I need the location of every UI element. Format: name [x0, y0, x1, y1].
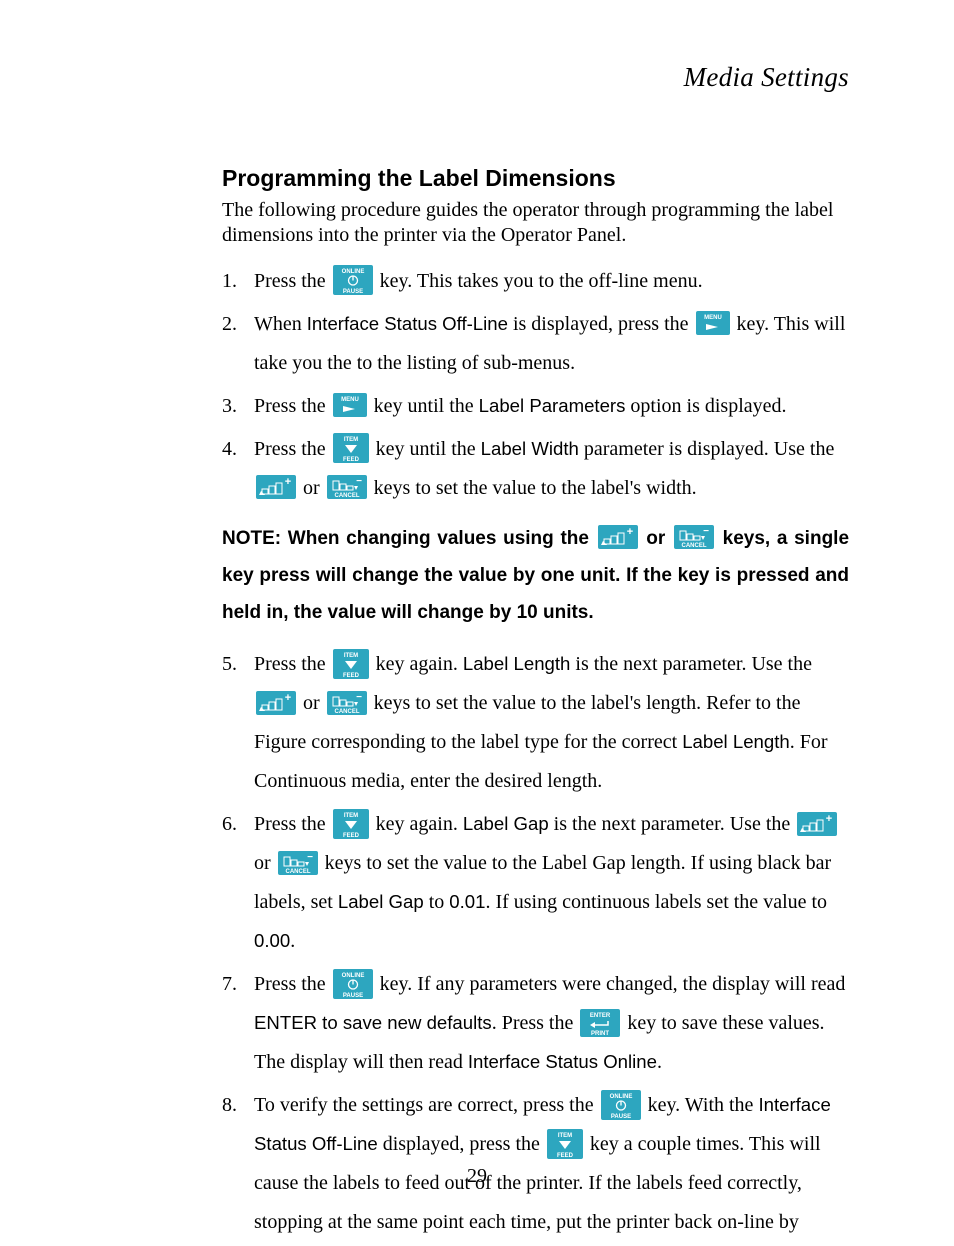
plus-key-icon [256, 475, 296, 499]
text: . [290, 930, 295, 952]
text: key again. [371, 813, 463, 835]
minus-cancel-key-icon [327, 475, 367, 499]
plus-key-icon [797, 812, 837, 836]
step-3: Press the key until the Label Parameters… [222, 387, 849, 426]
plus-key-icon [256, 691, 296, 715]
ui-text: Label Width [481, 438, 579, 459]
text: Press the [254, 438, 331, 460]
text: . If using continuous labels set the val… [485, 891, 827, 913]
step-4: Press the key until the Label Width para… [222, 430, 849, 508]
menu-key-icon [696, 311, 730, 335]
intro-paragraph: The following procedure guides the opera… [222, 198, 849, 248]
text: . Press the [492, 1012, 579, 1034]
text: is displayed, press the [508, 313, 694, 335]
note-block: NOTE: When changing values using the or … [222, 520, 849, 631]
text: key until the [369, 395, 479, 417]
text: key. If any parameters were changed, the… [375, 973, 846, 995]
item-feed-key-icon [333, 433, 369, 463]
text: displayed, press the [378, 1133, 545, 1155]
text: key. This takes you to the off-line menu… [375, 270, 703, 292]
section-heading: Programming the Label Dimensions [222, 165, 849, 192]
ui-text: Label Length [463, 653, 571, 674]
page: Media Settings Programming the Label Dim… [0, 0, 954, 1242]
step-8: To verify the settings are correct, pres… [222, 1086, 849, 1242]
text: . [657, 1051, 662, 1073]
step-6: Press the key again. Label Gap is the ne… [222, 805, 849, 961]
step-2: When Interface Status Off-Line is displa… [222, 305, 849, 383]
minus-cancel-key-icon [278, 851, 318, 875]
text: or [640, 528, 672, 549]
text: key until the [371, 438, 481, 460]
text: Press the [254, 653, 331, 675]
ui-text: Interface Status Off-Line [307, 313, 508, 334]
text: to [424, 891, 450, 913]
text: or [298, 477, 325, 499]
minus-cancel-key-icon [327, 691, 367, 715]
text: option is displayed. [625, 395, 786, 417]
step-7: Press the key. If any parameters were ch… [222, 965, 849, 1082]
text: Press the [254, 395, 331, 417]
ui-text: Label Parameters [479, 395, 626, 416]
online-pause-key-icon [601, 1090, 641, 1120]
text: Press the [254, 813, 331, 835]
plus-key-icon [598, 525, 638, 549]
step-1: Press the key. This takes you to the off… [222, 262, 849, 301]
step-5: Press the key again. Label Length is the… [222, 645, 849, 801]
text: To verify the settings are correct, pres… [254, 1094, 599, 1116]
page-number: 29 [0, 1165, 954, 1188]
text: is the next parameter. Use the [549, 813, 796, 835]
text: is the next parameter. Use the [570, 653, 812, 675]
text: key. With the [643, 1094, 759, 1116]
text: or [254, 852, 276, 874]
chapter-title: Media Settings [222, 62, 849, 93]
item-feed-key-icon [547, 1129, 583, 1159]
text: or [298, 692, 325, 714]
text: When [254, 313, 307, 335]
text: parameter is displayed. Use the [579, 438, 834, 460]
text: Press the [254, 973, 331, 995]
item-feed-key-icon [333, 809, 369, 839]
item-feed-key-icon [333, 649, 369, 679]
menu-key-icon [333, 393, 367, 417]
ui-text: Label Gap [463, 813, 549, 834]
ui-text: Interface Status Online [468, 1051, 657, 1072]
enter-print-key-icon [580, 1009, 620, 1037]
ui-text: 0.00 [254, 930, 290, 951]
ui-text: ENTER to save new defaults [254, 1012, 492, 1033]
steps-list: Press the key. This takes you to the off… [222, 262, 849, 508]
minus-cancel-key-icon [674, 525, 714, 549]
ui-text: 0.01 [449, 891, 485, 912]
online-pause-key-icon [333, 265, 373, 295]
online-pause-key-icon [333, 969, 373, 999]
ui-text: Label Length [682, 731, 790, 752]
steps-list-cont: Press the key again. Label Length is the… [222, 645, 849, 1242]
text: keys to set the value to the label's wid… [369, 477, 697, 499]
ui-text: Label Gap [338, 891, 424, 912]
text: NOTE: When changing values using the [222, 528, 596, 549]
text: key again. [371, 653, 463, 675]
text: Press the [254, 270, 331, 292]
